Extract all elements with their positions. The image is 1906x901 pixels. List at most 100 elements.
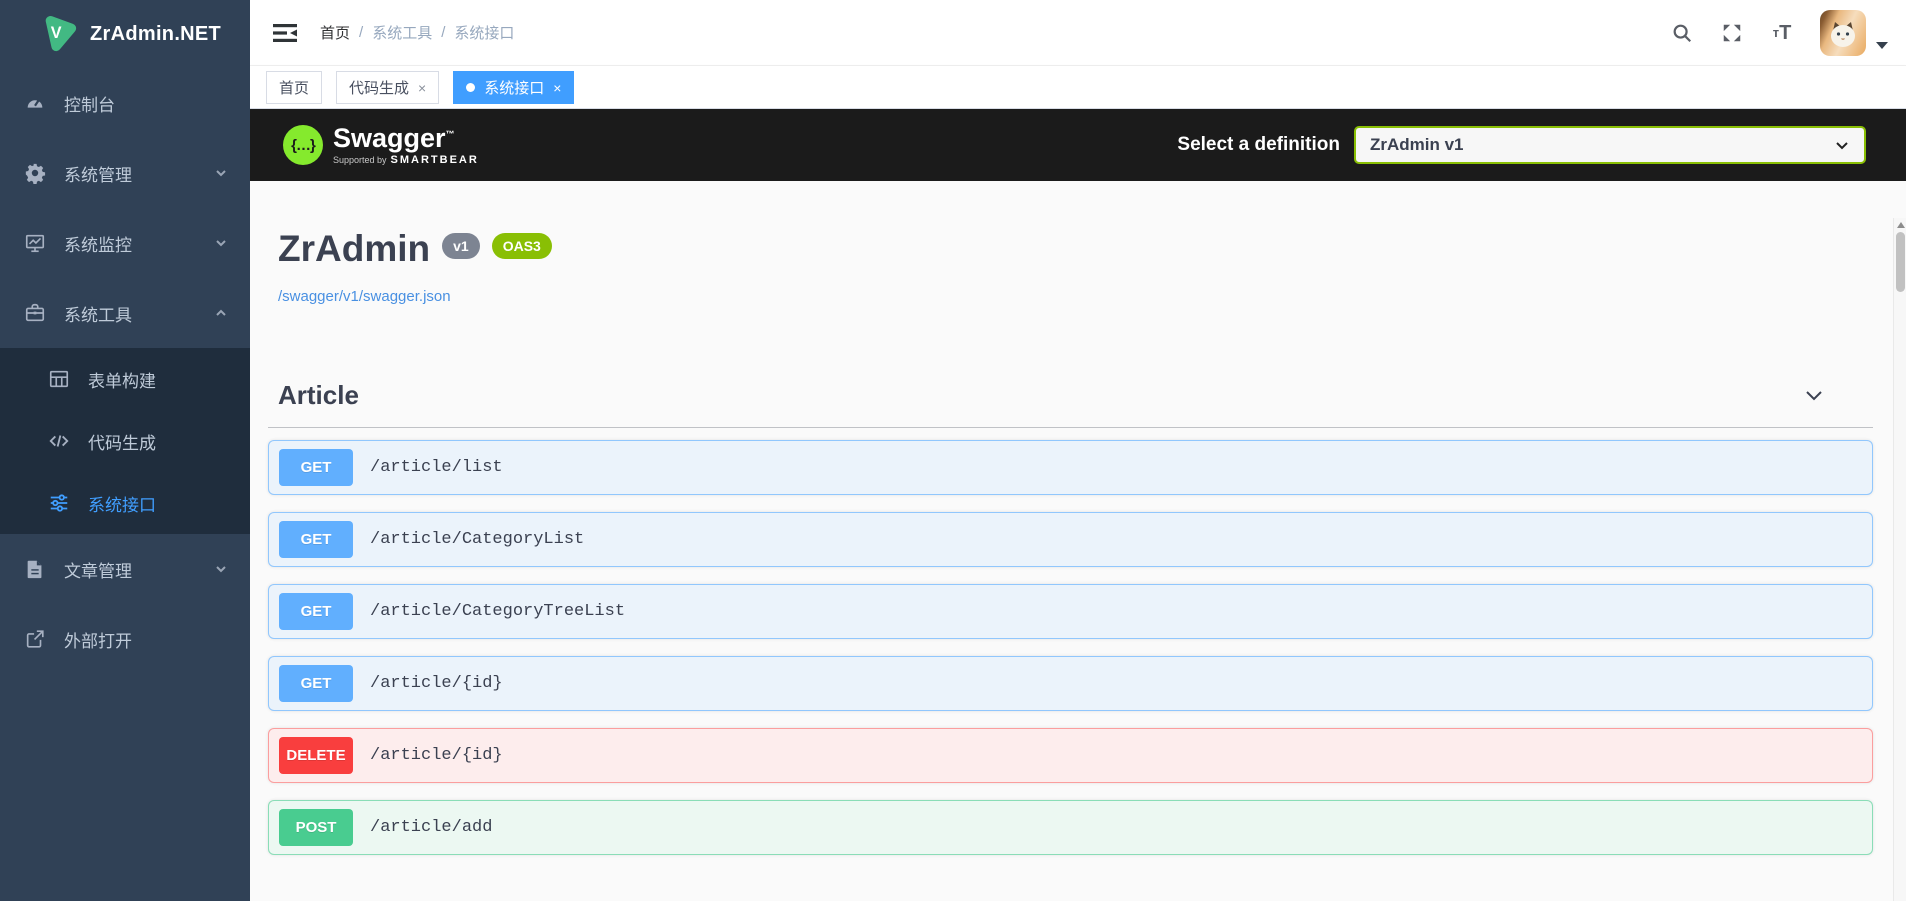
close-icon[interactable]: × [418, 80, 426, 96]
endpoint-row[interactable]: GET /article/CategoryList [268, 511, 1873, 567]
sidebar-item-label: 系统监控 [64, 235, 132, 255]
tab-code-generator[interactable]: 代码生成 × [336, 71, 440, 104]
tab-home[interactable]: 首页 [266, 71, 323, 104]
swagger-body: ZrAdmin v1 OAS3 /swagger/v1/swagger.json… [250, 228, 1906, 855]
sidebar-menu: 控制台 系统管理 系统监控 系统工具 表单构建 代码生成 系统接口 文章管理 外… [0, 68, 250, 674]
definition-select[interactable]: ZrAdmin v1 [1354, 126, 1866, 164]
app-logo[interactable]: V ZrAdmin.NET [0, 0, 250, 68]
breadcrumb-system-tools: 系统工具 [372, 25, 433, 42]
user-menu-caret-icon[interactable] [1876, 42, 1888, 49]
breadcrumb-separator: / [441, 24, 446, 41]
breadcrumb-system-api: 系统接口 [454, 25, 515, 42]
external-link-icon [26, 630, 44, 648]
sidebar-item-dashboard[interactable]: 控制台 [0, 68, 250, 138]
sidebar-collapse-icon[interactable] [272, 21, 298, 45]
chevron-down-icon [216, 240, 226, 247]
gear-icon [25, 163, 46, 184]
endpoint-path: /article/{id} [370, 745, 503, 765]
api-info: ZrAdmin v1 OAS3 /swagger/v1/swagger.json [278, 228, 1873, 306]
sidebar-item-system-api[interactable]: 系统接口 [0, 472, 250, 534]
table-icon [49, 370, 69, 388]
svg-text:V: V [51, 24, 62, 42]
swagger-page: {…} Swagger™ Supported by SMARTBEAR Selec… [250, 109, 1906, 901]
brand-logo-icon: V [45, 15, 77, 52]
spec-json-link[interactable]: /swagger/v1/swagger.json [278, 288, 451, 305]
section-header-article[interactable]: Article [278, 380, 1873, 411]
method-badge: GET [279, 520, 353, 558]
api-title: ZrAdmin [278, 228, 431, 269]
search-icon[interactable] [1670, 21, 1694, 45]
tags-view: 首页 代码生成 × 系统接口 × [250, 66, 1906, 109]
method-badge: GET [279, 448, 353, 486]
document-icon [27, 560, 42, 579]
avatar[interactable] [1820, 9, 1866, 56]
swagger-topbar: {…} Swagger™ Supported by SMARTBEAR Selec… [250, 109, 1906, 181]
endpoint-path: /article/add [370, 817, 493, 837]
sidebar-item-form-builder[interactable]: 表单构建 [0, 348, 250, 410]
swagger-wordmark: Swagger™ [333, 122, 455, 153]
top-navbar: 首页 / 系统工具 / 系统接口 тT [250, 0, 1906, 66]
sidebar-item-label: 系统工具 [64, 305, 132, 325]
definition-selector: Select a definition ZrAdmin v1 [1177, 126, 1866, 164]
endpoint-row[interactable]: GET /article/{id} [268, 655, 1873, 711]
smartbear-label: SMARTBEAR [390, 153, 479, 166]
fullscreen-icon[interactable] [1720, 21, 1744, 45]
sidebar-item-label: 外部打开 [64, 631, 132, 651]
tab-system-api[interactable]: 系统接口 × [453, 71, 575, 104]
method-badge: POST [279, 808, 353, 846]
version-badge: v1 [442, 233, 480, 259]
scrollbar-up-arrow-icon[interactable] [1897, 222, 1905, 228]
chevron-down-icon [1836, 142, 1848, 150]
endpoint-path: /article/CategoryList [370, 529, 585, 549]
api-tag-section: Article GET /article/list GET /article/C… [268, 380, 1873, 855]
dashboard-icon [27, 99, 43, 108]
endpoint-path: /article/list [370, 457, 503, 477]
breadcrumb-separator: / [359, 24, 364, 41]
sidebar-item-system-tools[interactable]: 系统工具 [0, 278, 250, 348]
tab-label: 系统接口 [484, 80, 545, 97]
oas3-badge: OAS3 [491, 233, 552, 259]
scrollbar[interactable] [1893, 218, 1906, 901]
swagger-logo-icon: {…} [283, 125, 323, 165]
method-badge: DELETE [279, 736, 353, 774]
endpoint-row[interactable]: DELETE /article/{id} [268, 727, 1873, 783]
close-icon[interactable]: × [553, 80, 561, 96]
chevron-down-icon [216, 170, 226, 177]
sidebar-item-system-monitor[interactable]: 系统监控 [0, 208, 250, 278]
toolbox-icon [25, 303, 45, 322]
sidebar-item-system-admin[interactable]: 系统管理 [0, 138, 250, 208]
app-root: V ZrAdmin.NET 控制台 系统管理 系统监控 系统工具 表单构建 代码… [0, 0, 1906, 901]
sidebar-submenu-system-tools: 表单构建 代码生成 系统接口 [0, 348, 250, 534]
sidebar-item-label: 文章管理 [64, 561, 132, 581]
select-definition-label: Select a definition [1177, 134, 1340, 155]
selected-definition: ZrAdmin v1 [1370, 135, 1464, 154]
endpoint-path: /article/CategoryTreeList [370, 601, 626, 621]
breadcrumb-home[interactable]: 首页 [320, 22, 350, 43]
sidebar-item-code-generator[interactable]: 代码生成 [0, 410, 250, 472]
code-icon [49, 435, 69, 447]
section-title: Article [278, 379, 359, 410]
sidebar-item-label: 控制台 [64, 95, 115, 115]
chevron-down-icon[interactable] [1802, 383, 1826, 407]
swagger-supported-by: Supported by SMARTBEAR [333, 153, 479, 166]
tab-label: 首页 [279, 80, 310, 97]
breadcrumb: 首页 / 系统工具 / 系统接口 [320, 22, 514, 43]
sidebar-item-article-admin[interactable]: 文章管理 [0, 534, 250, 604]
swagger-logo: {…} Swagger™ Supported by SMARTBEAR [283, 122, 479, 166]
endpoint-path: /article/{id} [370, 673, 503, 693]
sidebar-item-label: 系统接口 [88, 495, 156, 515]
navbar-actions: тT [1644, 9, 1888, 56]
font-size-icon[interactable]: тT [1770, 21, 1794, 45]
tab-label: 代码生成 [349, 80, 410, 97]
monitor-icon [25, 234, 45, 253]
endpoint-row[interactable]: POST /article/add [268, 799, 1873, 855]
section-divider [268, 426, 1873, 428]
endpoint-row[interactable]: GET /article/CategoryTreeList [268, 583, 1873, 639]
scrollbar-thumb[interactable] [1896, 232, 1905, 292]
sidebar-item-label: 系统管理 [64, 165, 132, 185]
app-title: ZrAdmin.NET [90, 22, 222, 45]
method-badge: GET [279, 664, 353, 702]
endpoint-row[interactable]: GET /article/list [268, 439, 1873, 495]
active-tab-dot [466, 83, 476, 92]
sidebar-item-open-external[interactable]: 外部打开 [0, 604, 250, 674]
